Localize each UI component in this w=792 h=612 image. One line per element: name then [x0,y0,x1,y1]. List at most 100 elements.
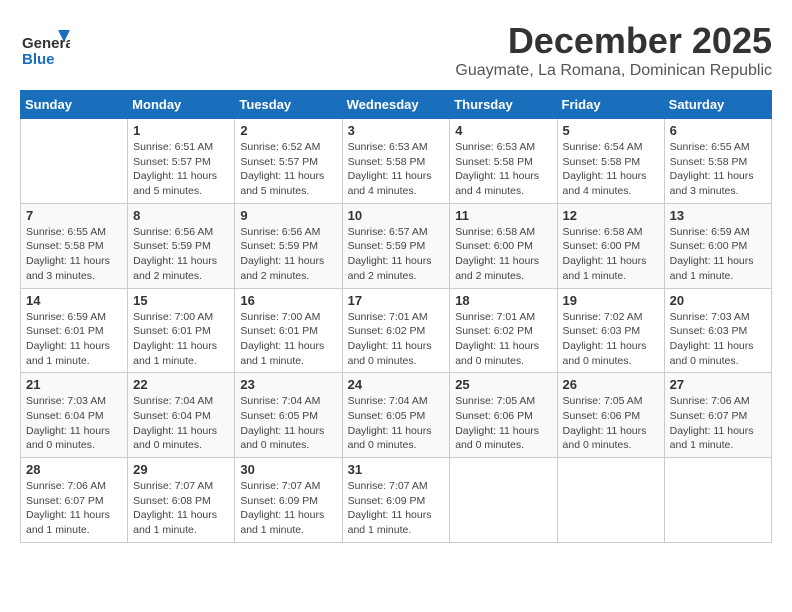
logo: General Blue [20,20,70,70]
day-info: Sunrise: 6:59 AM Sunset: 6:00 PM Dayligh… [670,225,766,284]
calendar-table: SundayMondayTuesdayWednesdayThursdayFrid… [20,90,772,543]
day-info: Sunrise: 6:56 AM Sunset: 5:59 PM Dayligh… [240,225,336,284]
calendar-cell: 29 Sunrise: 7:07 AM Sunset: 6:08 PM Dayli… [128,458,235,543]
day-number: 8 [133,208,229,223]
day-number: 11 [455,208,551,223]
calendar-cell: 4Sunrise: 6:53 AM Sunset: 5:58 PM Daylig… [450,119,557,204]
logo-icon: General Blue [20,20,70,70]
calendar-cell: 17 Sunrise: 7:01 AM Sunset: 6:02 PM Dayli… [342,288,450,373]
day-info: Sunrise: 7:01 AM Sunset: 6:02 PM Dayligh… [455,310,551,369]
calendar-cell: 20 Sunrise: 7:03 AM Sunset: 6:03 PM Dayli… [664,288,771,373]
day-info: Sunrise: 6:53 AM Sunset: 5:58 PM Dayligh… [455,140,551,199]
day-number: 31 [348,462,445,477]
day-info: Sunrise: 6:58 AM Sunset: 6:00 PM Dayligh… [563,225,659,284]
calendar-cell: 12 Sunrise: 6:58 AM Sunset: 6:00 PM Dayli… [557,203,664,288]
calendar-body: 1 Sunrise: 6:51 AM Sunset: 5:57 PM Daylig… [21,119,772,543]
calendar-cell: 25 Sunrise: 7:05 AM Sunset: 6:06 PM Dayli… [450,373,557,458]
calendar-cell: 2 Sunrise: 6:52 AM Sunset: 5:57 PM Daylig… [235,119,342,204]
day-info: Sunrise: 6:59 AM Sunset: 6:01 PM Dayligh… [26,310,122,369]
day-number: 29 [133,462,229,477]
day-number: 27 [670,377,766,392]
day-number: 1 [133,123,229,138]
calendar-cell: 27 Sunrise: 7:06 AM Sunset: 6:07 PM Dayli… [664,373,771,458]
calendar-cell: 14Sunrise: 6:59 AM Sunset: 6:01 PM Dayli… [21,288,128,373]
calendar-cell: 16 Sunrise: 7:00 AM Sunset: 6:01 PM Dayli… [235,288,342,373]
calendar-day-header: Wednesday [342,91,450,119]
day-info: Sunrise: 7:07 AM Sunset: 6:09 PM Dayligh… [348,479,445,538]
day-info: Sunrise: 7:01 AM Sunset: 6:02 PM Dayligh… [348,310,445,369]
day-number: 19 [563,293,659,308]
calendar-cell: 31 Sunrise: 7:07 AM Sunset: 6:09 PM Dayli… [342,458,450,543]
day-info: Sunrise: 7:06 AM Sunset: 6:07 PM Dayligh… [26,479,122,538]
day-info: Sunrise: 6:58 AM Sunset: 6:00 PM Dayligh… [455,225,551,284]
month-title: December 2025 [455,20,772,62]
day-number: 25 [455,377,551,392]
calendar-cell: 1 Sunrise: 6:51 AM Sunset: 5:57 PM Daylig… [128,119,235,204]
day-info: Sunrise: 7:06 AM Sunset: 6:07 PM Dayligh… [670,394,766,453]
day-number: 21 [26,377,122,392]
day-info: Sunrise: 6:56 AM Sunset: 5:59 PM Dayligh… [133,225,229,284]
day-number: 30 [240,462,336,477]
day-info: Sunrise: 7:00 AM Sunset: 6:01 PM Dayligh… [133,310,229,369]
location-title: Guaymate, La Romana, Dominican Republic [455,62,772,80]
day-info: Sunrise: 7:02 AM Sunset: 6:03 PM Dayligh… [563,310,659,369]
calendar-cell: 26Sunrise: 7:05 AM Sunset: 6:06 PM Dayli… [557,373,664,458]
day-number: 17 [348,293,445,308]
calendar-cell: 15 Sunrise: 7:00 AM Sunset: 6:01 PM Dayli… [128,288,235,373]
day-info: Sunrise: 7:07 AM Sunset: 6:09 PM Dayligh… [240,479,336,538]
day-number: 2 [240,123,336,138]
day-info: Sunrise: 6:53 AM Sunset: 5:58 PM Dayligh… [348,140,445,199]
calendar-cell: 30 Sunrise: 7:07 AM Sunset: 6:09 PM Dayli… [235,458,342,543]
day-info: Sunrise: 7:07 AM Sunset: 6:08 PM Dayligh… [133,479,229,538]
day-info: Sunrise: 6:52 AM Sunset: 5:57 PM Dayligh… [240,140,336,199]
calendar-day-header: Saturday [664,91,771,119]
calendar-cell [664,458,771,543]
day-info: Sunrise: 7:03 AM Sunset: 6:03 PM Dayligh… [670,310,766,369]
day-number: 24 [348,377,445,392]
calendar-day-header: Monday [128,91,235,119]
day-number: 20 [670,293,766,308]
day-info: Sunrise: 7:04 AM Sunset: 6:05 PM Dayligh… [348,394,445,453]
day-number: 12 [563,208,659,223]
day-info: Sunrise: 7:03 AM Sunset: 6:04 PM Dayligh… [26,394,122,453]
calendar-cell: 10Sunrise: 6:57 AM Sunset: 5:59 PM Dayli… [342,203,450,288]
day-info: Sunrise: 6:51 AM Sunset: 5:57 PM Dayligh… [133,140,229,199]
day-number: 15 [133,293,229,308]
day-number: 28 [26,462,122,477]
calendar-cell: 6Sunrise: 6:55 AM Sunset: 5:58 PM Daylig… [664,119,771,204]
day-info: Sunrise: 7:05 AM Sunset: 6:06 PM Dayligh… [563,394,659,453]
calendar-day-header: Friday [557,91,664,119]
day-info: Sunrise: 6:54 AM Sunset: 5:58 PM Dayligh… [563,140,659,199]
day-info: Sunrise: 6:55 AM Sunset: 5:58 PM Dayligh… [670,140,766,199]
calendar-week-row: 21 Sunrise: 7:03 AM Sunset: 6:04 PM Dayli… [21,373,772,458]
calendar-week-row: 14Sunrise: 6:59 AM Sunset: 6:01 PM Dayli… [21,288,772,373]
calendar-cell: 13Sunrise: 6:59 AM Sunset: 6:00 PM Dayli… [664,203,771,288]
calendar-cell: 23Sunrise: 7:04 AM Sunset: 6:05 PM Dayli… [235,373,342,458]
calendar-cell: 24 Sunrise: 7:04 AM Sunset: 6:05 PM Dayli… [342,373,450,458]
day-number: 7 [26,208,122,223]
day-info: Sunrise: 7:00 AM Sunset: 6:01 PM Dayligh… [240,310,336,369]
calendar-cell: 8 Sunrise: 6:56 AM Sunset: 5:59 PM Daylig… [128,203,235,288]
day-number: 16 [240,293,336,308]
calendar-header-row: SundayMondayTuesdayWednesdayThursdayFrid… [21,91,772,119]
calendar-cell: 5Sunrise: 6:54 AM Sunset: 5:58 PM Daylig… [557,119,664,204]
calendar-week-row: 7 Sunrise: 6:55 AM Sunset: 5:58 PM Daylig… [21,203,772,288]
calendar-cell: 21 Sunrise: 7:03 AM Sunset: 6:04 PM Dayli… [21,373,128,458]
day-number: 3 [348,123,445,138]
calendar-cell [557,458,664,543]
calendar-week-row: 1 Sunrise: 6:51 AM Sunset: 5:57 PM Daylig… [21,119,772,204]
day-info: Sunrise: 7:04 AM Sunset: 6:05 PM Dayligh… [240,394,336,453]
calendar-cell [21,119,128,204]
day-info: Sunrise: 6:55 AM Sunset: 5:58 PM Dayligh… [26,225,122,284]
day-info: Sunrise: 7:05 AM Sunset: 6:06 PM Dayligh… [455,394,551,453]
calendar-cell: 19 Sunrise: 7:02 AM Sunset: 6:03 PM Dayli… [557,288,664,373]
calendar-cell: 18Sunrise: 7:01 AM Sunset: 6:02 PM Dayli… [450,288,557,373]
calendar-day-header: Thursday [450,91,557,119]
day-number: 22 [133,377,229,392]
title-area: December 2025 Guaymate, La Romana, Domin… [455,20,772,80]
svg-text:Blue: Blue [22,51,55,68]
calendar-cell: 7 Sunrise: 6:55 AM Sunset: 5:58 PM Daylig… [21,203,128,288]
calendar-cell: 3 Sunrise: 6:53 AM Sunset: 5:58 PM Daylig… [342,119,450,204]
day-info: Sunrise: 7:04 AM Sunset: 6:04 PM Dayligh… [133,394,229,453]
calendar-day-header: Sunday [21,91,128,119]
